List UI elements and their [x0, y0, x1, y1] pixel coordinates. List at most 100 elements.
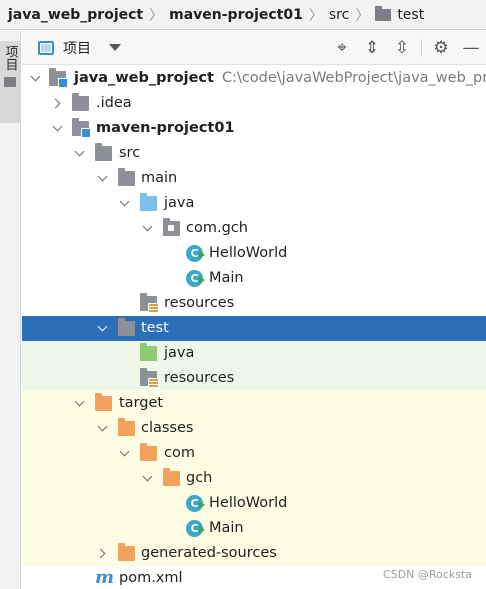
project-tool-tab[interactable]: 项目 — [0, 41, 20, 123]
project-toolbar: 项目 ⌖ ⇕ ⇳ ⚙ — — [22, 31, 486, 65]
tree-label: main — [141, 170, 178, 186]
java-class-icon: C — [186, 520, 205, 537]
tree-row-test-resources[interactable]: resources — [22, 366, 486, 391]
tree-label: resources — [164, 295, 235, 311]
minimize-icon[interactable]: — — [456, 31, 486, 65]
tree-label: .idea — [96, 95, 132, 111]
breadcrumb-separator-icon: 〉 — [308, 7, 323, 24]
tree-row-test[interactable]: test — [22, 316, 486, 341]
excluded-folder-icon — [118, 543, 135, 561]
tree-row-generated-sources[interactable]: generated-sources — [22, 541, 486, 566]
breadcrumb-item-src[interactable]: src — [329, 7, 349, 23]
chevron-down-icon[interactable] — [119, 448, 129, 458]
excluded-folder-icon — [163, 468, 180, 486]
tree-row-idea[interactable]: .idea — [22, 91, 486, 116]
resources-folder-icon — [140, 293, 159, 314]
tree-label: target — [119, 395, 164, 411]
chevron-down-icon[interactable] — [74, 398, 84, 408]
tree-row-target[interactable]: target — [22, 391, 486, 416]
tree-row-compiled-main[interactable]: C Main — [22, 516, 486, 541]
tree-row-classes[interactable]: classes — [22, 416, 486, 441]
tree-label: com.gch — [186, 220, 248, 236]
project-folder-icon — [49, 68, 68, 88]
chevron-down-icon[interactable] — [97, 423, 107, 433]
breadcrumb-item-test-label: test — [397, 6, 425, 23]
chevron-down-icon[interactable] — [142, 473, 152, 483]
tree-label: HelloWorld — [209, 495, 288, 511]
tree-row-main[interactable]: main — [22, 166, 486, 191]
tree-row-main-java[interactable]: java — [22, 191, 486, 216]
project-path: C:\code\javaWebProject\java_web_pr — [221, 70, 486, 86]
project-view-icon — [38, 40, 54, 55]
excluded-folder-icon — [118, 418, 135, 436]
tree-row-class-main[interactable]: C Main — [22, 266, 486, 291]
java-class-icon: C — [186, 245, 205, 262]
toolbar-divider — [421, 39, 422, 57]
breadcrumb-item-module[interactable]: maven-project01 — [169, 7, 303, 23]
java-class-icon: C — [186, 270, 205, 287]
folder-icon — [375, 5, 392, 21]
tree-row-class-helloworld[interactable]: C HelloWorld — [22, 241, 486, 266]
tree-row-test-java[interactable]: java — [22, 341, 486, 366]
view-selector-label[interactable]: 项目 — [63, 38, 91, 58]
tree-row-gch[interactable]: gch — [22, 466, 486, 491]
tree-label: gch — [186, 470, 213, 486]
left-tool-strip: 项目 — [0, 31, 21, 589]
folder-icon — [72, 93, 89, 111]
expand-all-icon[interactable]: ⇕ — [357, 31, 387, 65]
tree-label: src — [119, 145, 141, 161]
chevron-down-icon[interactable] — [119, 198, 129, 208]
source-folder-icon — [140, 193, 157, 211]
chevron-right-icon[interactable] — [52, 98, 62, 108]
breadcrumb-item-project[interactable]: java_web_project — [8, 7, 143, 23]
tree-label: com — [164, 445, 195, 461]
excluded-folder-icon — [140, 443, 157, 461]
project-tree: java_web_project C:\code\javaWebProject\j… — [22, 66, 486, 589]
tree-label: HelloWorld — [209, 245, 288, 261]
chevron-down-icon[interactable] — [97, 173, 107, 183]
folder-icon — [118, 318, 135, 336]
tree-label: pom.xml — [119, 570, 183, 586]
tree-row-package[interactable]: com.gch — [22, 216, 486, 241]
tree-row-com[interactable]: com — [22, 441, 486, 466]
breadcrumb-separator-icon: 〉 — [355, 7, 370, 24]
watermark: CSDN @Rocksta — [383, 568, 472, 581]
project-tool-tab-label: 项目 — [2, 45, 18, 71]
chevron-down-icon[interactable] — [74, 148, 84, 158]
module-folder-icon — [72, 118, 91, 138]
folder-icon — [95, 143, 112, 161]
package-icon — [163, 218, 180, 236]
chevron-right-icon[interactable] — [97, 548, 107, 558]
collapse-all-icon[interactable]: ⇳ — [387, 31, 417, 65]
gear-icon[interactable]: ⚙ — [426, 31, 456, 65]
breadcrumb-separator-icon: 〉 — [149, 7, 164, 24]
excluded-folder-icon — [95, 393, 112, 411]
tree-label: generated-sources — [141, 545, 277, 561]
folder-icon — [118, 168, 135, 186]
tree-row-src[interactable]: src — [22, 141, 486, 166]
chevron-down-icon[interactable] — [52, 123, 62, 133]
tree-row-compiled-helloworld[interactable]: C HelloWorld — [22, 491, 486, 516]
folder-icon — [4, 77, 16, 87]
chevron-down-icon[interactable] — [109, 44, 121, 51]
tree-label: resources — [164, 370, 235, 386]
tree-row-root[interactable]: java_web_project C:\code\javaWebProject\j… — [22, 66, 486, 91]
test-resources-folder-icon — [140, 368, 159, 389]
tree-label: java — [164, 195, 195, 211]
tree-label: maven-project01 — [96, 120, 235, 136]
maven-icon: m — [95, 567, 115, 588]
chevron-down-icon[interactable] — [142, 223, 152, 233]
crosshair-icon[interactable]: ⌖ — [327, 31, 357, 65]
tree-label: test — [141, 320, 169, 336]
tree-row-main-resources[interactable]: resources — [22, 291, 486, 316]
toolbar-actions: ⌖ ⇕ ⇳ ⚙ — — [327, 31, 486, 65]
tree-label: java — [164, 345, 195, 361]
chevron-down-icon[interactable] — [97, 323, 107, 333]
tree-label: Main — [209, 520, 244, 536]
java-class-icon: C — [186, 495, 205, 512]
tree-row-module[interactable]: maven-project01 — [22, 116, 486, 141]
chevron-down-icon[interactable] — [30, 73, 40, 83]
test-source-folder-icon — [140, 343, 157, 361]
tree-label: classes — [141, 420, 194, 436]
breadcrumb-item-test[interactable]: test — [375, 5, 425, 23]
